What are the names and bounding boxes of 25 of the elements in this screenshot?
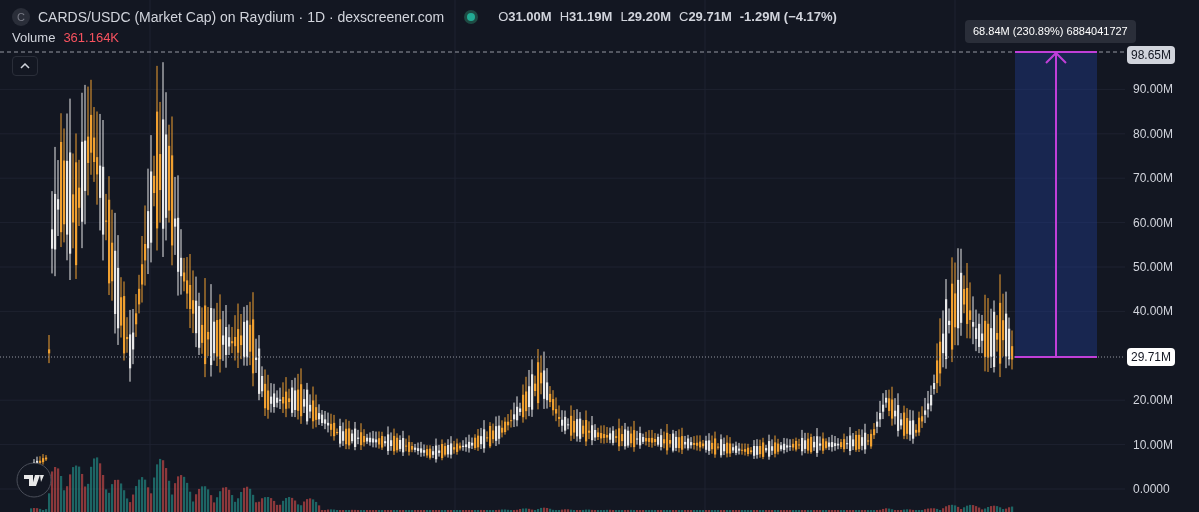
axis-label: 90.00M <box>1133 81 1174 99</box>
ohlc-value: H31.19M <box>559 8 613 27</box>
price-label: 29.71M <box>1127 348 1176 366</box>
ohlc-value: O31.00M <box>498 8 552 27</box>
change-value: -1.29M (−4.17%) <box>739 8 837 27</box>
axis-label: 60.00M <box>1133 214 1174 232</box>
token-icon: C <box>12 8 30 26</box>
axis-label: 80.00M <box>1133 125 1174 143</box>
axis-label: 70.00M <box>1133 170 1174 188</box>
chevron-up-icon <box>20 62 30 69</box>
axis-label: 0.0000 <box>1133 481 1170 498</box>
logo-icon[interactable] <box>16 462 52 498</box>
volume-value: 361.164K <box>63 29 120 47</box>
status-icon <box>464 10 479 24</box>
collapse-button[interactable] <box>12 55 38 76</box>
ohlc-value: C29.71M <box>679 8 732 27</box>
axis-label: 40.00M <box>1133 303 1174 321</box>
price-label: 98.65M <box>1127 46 1176 64</box>
axis-label: 10.00M <box>1133 436 1174 454</box>
ohlc-value: L29.20M <box>620 8 671 27</box>
measure-tooltip: 68.84M (230.89%) 6884041727 <box>965 20 1136 43</box>
volume-label: Volume <box>12 29 56 47</box>
axis-label: 50.00M <box>1133 259 1174 276</box>
axis-label: 20.00M <box>1133 392 1174 410</box>
chart-title: CARDS/USDC (Market Cap) on Raydium · 1D · dexscreener.com <box>38 7 445 27</box>
